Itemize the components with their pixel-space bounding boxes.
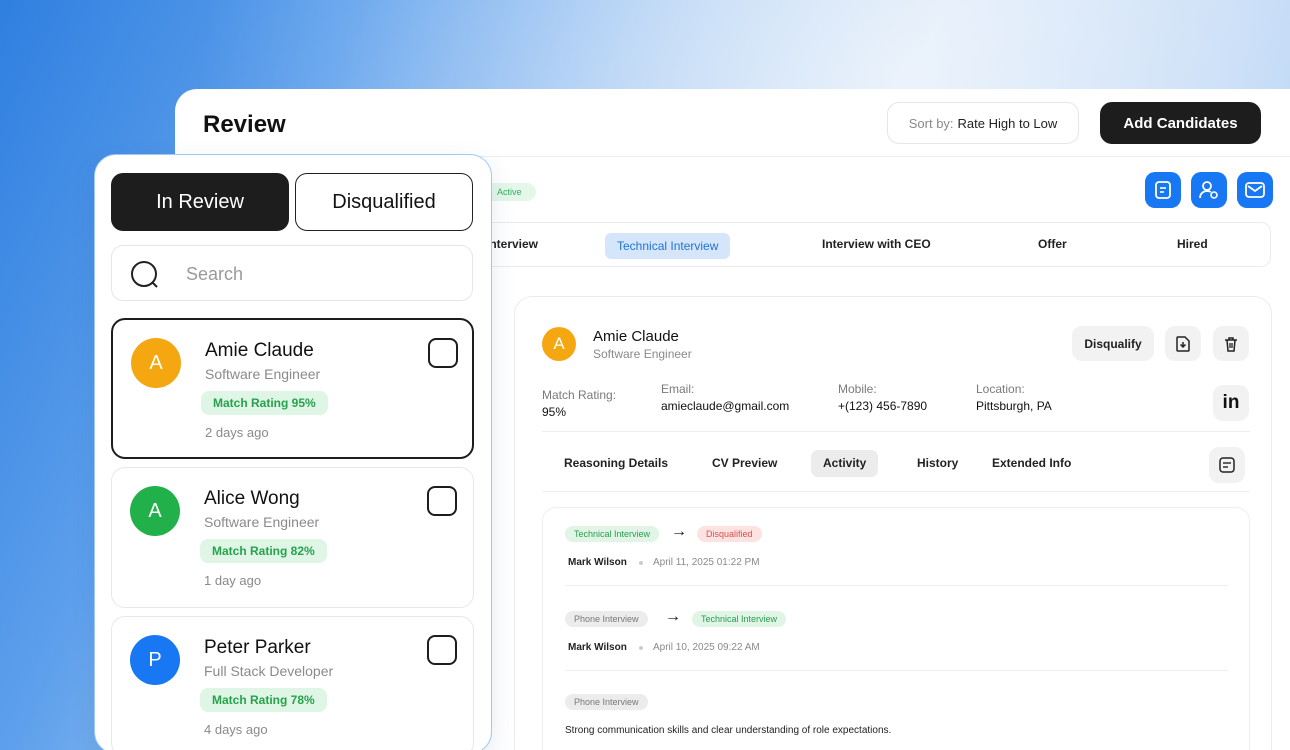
divider: [542, 431, 1250, 432]
tab-cv-preview[interactable]: CV Preview: [712, 450, 777, 477]
candidate-list-panel: In Review Disqualified A Amie Claude Sof…: [94, 154, 492, 750]
user-settings-button[interactable]: [1191, 172, 1227, 208]
avatar: P: [130, 635, 180, 685]
tab-disqualified[interactable]: Disqualified: [295, 173, 473, 231]
stage-pill: Phone Interview: [565, 694, 648, 710]
trash-icon: [1225, 336, 1237, 352]
from-stage-pill: Phone Interview: [565, 611, 648, 627]
stage-technical-interview[interactable]: Technical Interview: [605, 233, 731, 259]
activity-author: Mark Wilson: [568, 642, 627, 653]
candidate-time: 4 days ago: [204, 722, 268, 737]
select-checkbox[interactable]: [427, 486, 457, 516]
match-rating-value: 95%: [542, 405, 567, 419]
match-rating-label: Match Rating:: [542, 388, 617, 402]
candidate-detail: A Amie Claude Software Engineer Disquali…: [514, 296, 1272, 750]
tab-extended-info[interactable]: Extended Info: [992, 450, 1071, 477]
main-header: Review Sort by: Rate High to Low Add Can…: [175, 89, 1290, 157]
document-icon: [1155, 181, 1171, 199]
stage-interview-with-ceo[interactable]: Interview with CEO: [822, 223, 931, 266]
avatar: A: [131, 338, 181, 388]
select-checkbox[interactable]: [428, 338, 458, 368]
delete-button[interactable]: [1213, 326, 1249, 361]
arrow-right-icon: →: [671, 523, 687, 540]
from-stage-pill: Technical Interview: [565, 526, 660, 542]
add-candidates-button[interactable]: Add Candidates: [1100, 102, 1261, 144]
activity-time: April 11, 2025 01:22 PM: [653, 557, 760, 568]
dot-separator: [639, 646, 643, 650]
select-checkbox[interactable]: [427, 635, 457, 665]
stage-interview[interactable]: Interview: [486, 223, 538, 266]
location-label: Location:: [976, 382, 1025, 396]
divider: [542, 491, 1250, 492]
note-icon: [1219, 457, 1235, 473]
sort-label: Sort by:: [908, 115, 954, 131]
sort-dropdown[interactable]: Sort by: Rate High to Low: [887, 102, 1079, 144]
avatar: A: [130, 486, 180, 536]
mail-button[interactable]: [1237, 172, 1273, 208]
candidate-role: Software Engineer: [204, 514, 320, 530]
mobile-label: Mobile:: [838, 382, 877, 396]
tab-history[interactable]: History: [917, 450, 958, 477]
avatar: A: [542, 327, 576, 361]
candidate-name: Alice Wong: [204, 488, 300, 509]
match-rating-badge: Match Rating 95%: [201, 391, 328, 415]
candidate-time: 1 day ago: [204, 573, 262, 588]
candidate-name: Peter Parker: [204, 637, 311, 658]
activity-time: April 10, 2025 09:22 AM: [653, 642, 760, 653]
divider: [565, 585, 1228, 586]
candidate-role: Full Stack Developer: [204, 663, 334, 679]
candidate-name: Amie Claude: [205, 340, 314, 361]
user-settings-icon: [1199, 181, 1218, 199]
candidate-card[interactable]: P Peter Parker Full Stack Developer Matc…: [111, 616, 474, 750]
activity-author: Mark Wilson: [568, 557, 627, 568]
candidate-time: 2 days ago: [205, 425, 269, 440]
stage-hired[interactable]: Hired: [1177, 223, 1208, 266]
candidate-role: Software Engineer: [593, 347, 692, 361]
linkedin-icon[interactable]: in: [1213, 385, 1249, 421]
match-rating-badge: Match Rating 82%: [200, 539, 327, 563]
arrow-right-icon: →: [665, 608, 681, 625]
tab-in-review[interactable]: In Review: [111, 173, 289, 231]
candidate-name: Amie Claude: [593, 328, 679, 345]
match-rating-badge: Match Rating 78%: [200, 688, 327, 712]
candidate-role: Software Engineer: [205, 366, 321, 382]
download-button[interactable]: [1165, 326, 1201, 361]
activity-log: Technical Interview → Disqualified Mark …: [542, 507, 1250, 750]
to-stage-pill: Technical Interview: [692, 611, 787, 627]
document-button[interactable]: [1145, 172, 1181, 208]
tab-reasoning-details[interactable]: Reasoning Details: [564, 450, 668, 477]
to-stage-pill: Disqualified: [697, 526, 762, 542]
email-value: amieclaude@gmail.com: [661, 399, 790, 413]
location-value: Pittsburgh, PA: [976, 399, 1052, 413]
sort-value: Rate High to Low: [957, 115, 1058, 131]
notes-button[interactable]: [1209, 447, 1245, 483]
activity-comment: Strong communication skills and clear un…: [565, 725, 892, 736]
search-icon: [131, 261, 158, 288]
stage-offer[interactable]: Offer: [1038, 223, 1067, 266]
search-box: [111, 245, 473, 301]
download-icon: [1176, 335, 1190, 352]
disqualify-button[interactable]: Disqualify: [1072, 326, 1154, 361]
search-input[interactable]: [186, 260, 456, 288]
candidate-card[interactable]: A Amie Claude Software Engineer Match Ra…: [111, 318, 474, 459]
tab-activity[interactable]: Activity: [811, 450, 879, 477]
candidate-card[interactable]: A Alice Wong Software Engineer Match Rat…: [111, 467, 474, 608]
email-label: Email:: [661, 382, 695, 396]
divider: [565, 670, 1228, 671]
mobile-value: +(123) 456-7890: [838, 399, 928, 413]
page-title: Review: [203, 111, 286, 138]
mail-icon: [1245, 182, 1265, 198]
dot-separator: [639, 561, 643, 565]
